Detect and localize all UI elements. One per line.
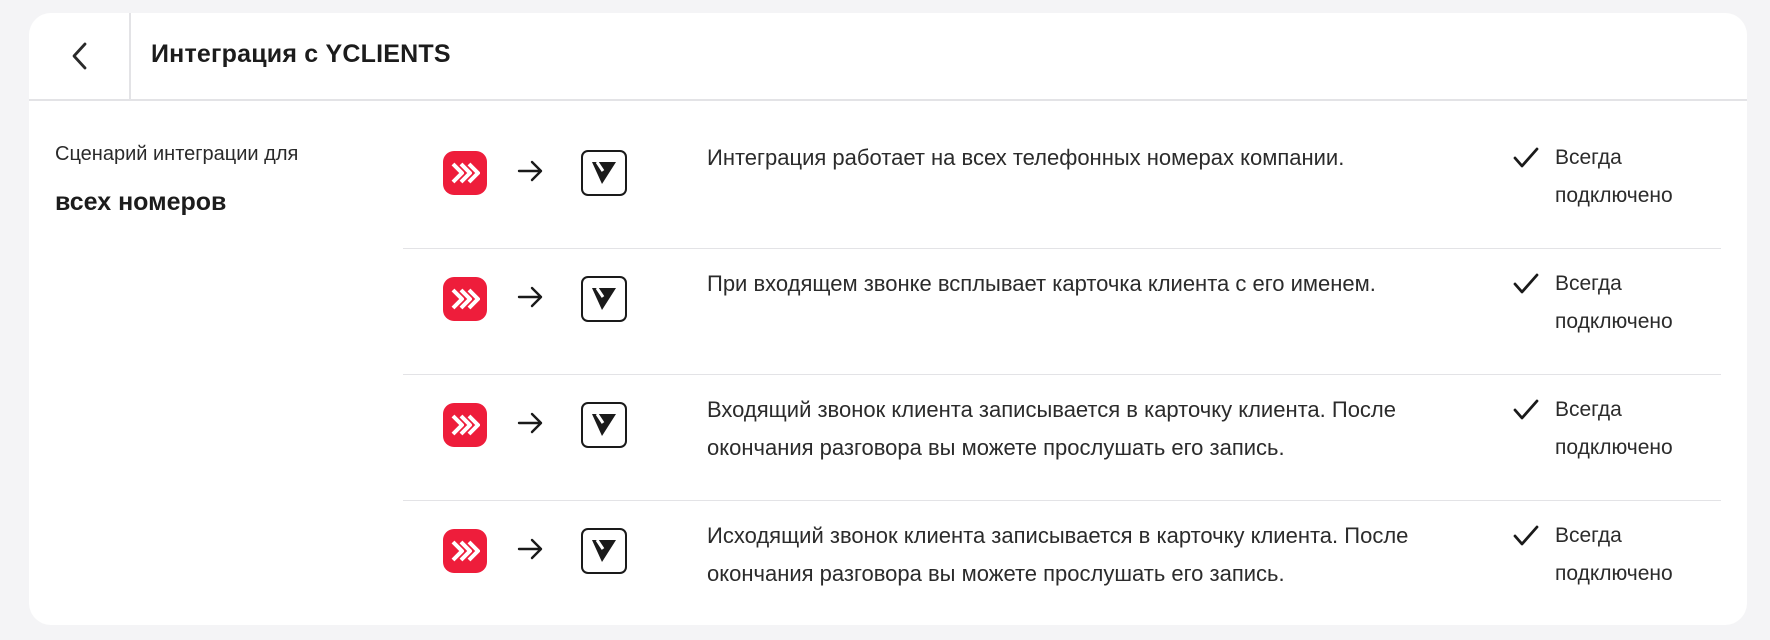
feature-row: При входящем звонке всплывает карточка к… (403, 249, 1721, 375)
check-icon (1513, 147, 1539, 168)
feature-description: Интеграция работает на всех телефонных н… (707, 145, 1345, 170)
status-text: Всегда подключено (1555, 517, 1715, 593)
telephony-logo-icon (443, 151, 487, 195)
scenario-target: всех номеров (55, 188, 227, 216)
status-line1: Всегда (1555, 524, 1622, 547)
status-text: Всегда подключено (1555, 391, 1715, 467)
feature-description: Исходящий звонок клиента записывается в … (707, 523, 1409, 586)
check-icon (1513, 525, 1539, 546)
status-line2: подключено (1555, 436, 1673, 459)
header: Интеграция с YCLIENTS (29, 13, 1747, 101)
integration-card: Интеграция с YCLIENTS Сценарий интеграци… (29, 13, 1747, 625)
feature-row: Интеграция работает на всех телефонных н… (403, 123, 1721, 249)
status-line2: подключено (1555, 184, 1673, 207)
telephony-logo-icon (443, 529, 487, 573)
telephony-logo-icon (443, 403, 487, 447)
check-icon (1513, 273, 1539, 294)
status-text: Всегда подключено (1555, 139, 1715, 215)
arrow-right-icon (517, 412, 543, 434)
scenario-caption: Сценарий интеграции для (55, 143, 299, 165)
feature-row: Исходящий звонок клиента записывается в … (403, 501, 1721, 625)
check-icon (1513, 399, 1539, 420)
yclients-logo-icon (581, 402, 627, 448)
yclients-logo-icon (581, 276, 627, 322)
status-line2: подключено (1555, 310, 1673, 333)
scenario-block: Сценарий интеграции для всех номеров (55, 143, 385, 217)
status-line1: Всегда (1555, 398, 1622, 421)
yclients-logo-icon (581, 528, 627, 574)
page-title: Интеграция с YCLIENTS (151, 40, 451, 68)
feature-description: Входящий звонок клиента записывается в к… (707, 397, 1397, 460)
status-line1: Всегда (1555, 146, 1622, 169)
feature-row: Входящий звонок клиента записывается в к… (403, 375, 1721, 501)
arrow-right-icon (517, 286, 543, 308)
arrow-right-icon (517, 160, 543, 182)
chevron-left-icon (72, 42, 87, 70)
status-line2: подключено (1555, 562, 1673, 585)
back-button[interactable] (29, 13, 131, 99)
status-text: Всегда подключено (1555, 265, 1715, 341)
feature-description: При входящем звонке всплывает карточка к… (707, 271, 1376, 296)
telephony-logo-icon (443, 277, 487, 321)
feature-list: Интеграция работает на всех телефонных н… (403, 123, 1721, 625)
status-line1: Всегда (1555, 272, 1622, 295)
arrow-right-icon (517, 538, 543, 560)
yclients-logo-icon (581, 150, 627, 196)
